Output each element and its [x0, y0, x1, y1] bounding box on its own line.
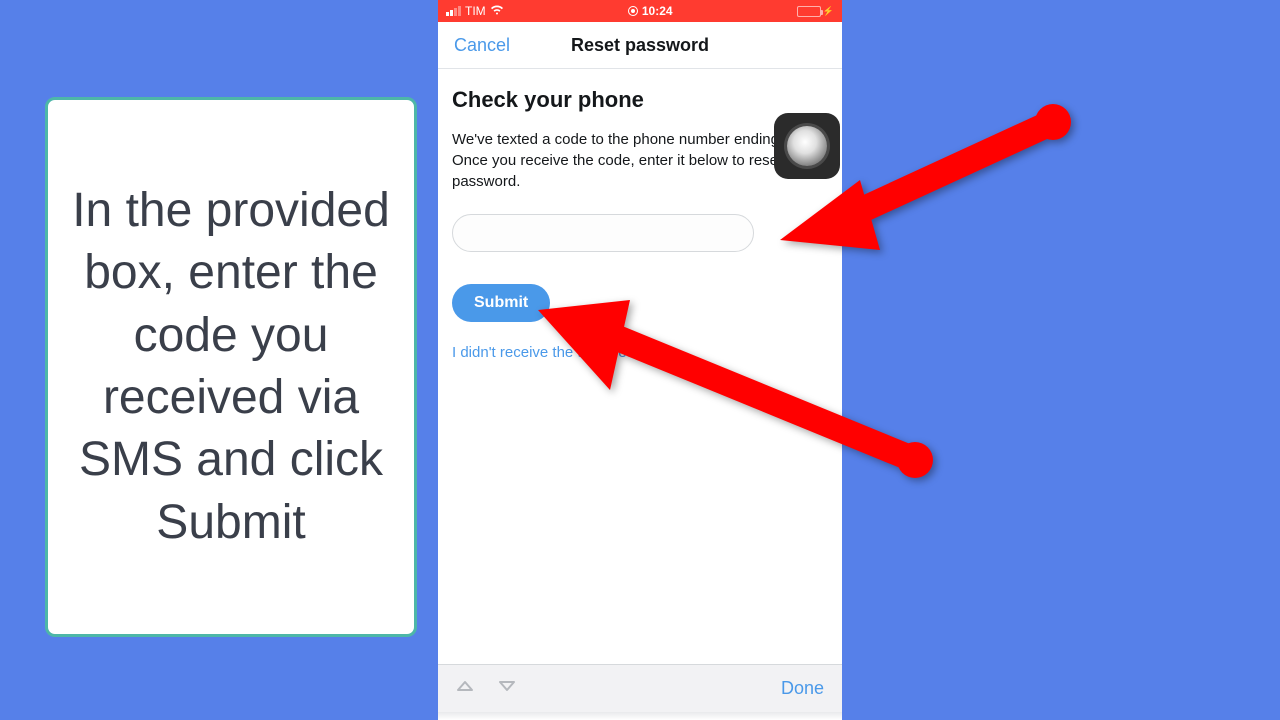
chevron-up-icon[interactable]	[456, 679, 474, 698]
clock-label: 10:24	[642, 4, 673, 18]
signal-icon	[446, 6, 461, 16]
keyboard-accessory-bar: Done	[438, 664, 842, 712]
nav-bar: Cancel Reset password	[438, 22, 842, 69]
instruction-panel: In the provided box, enter the code you …	[45, 97, 417, 637]
wifi-icon	[490, 5, 504, 18]
body-prefix: We've texted a code to the phone number …	[452, 131, 802, 148]
status-center: 10:24	[628, 4, 673, 18]
keyboard-shadow	[438, 712, 842, 720]
status-left: TIM	[446, 4, 504, 18]
carrier-label: TIM	[465, 4, 486, 18]
chevron-down-icon[interactable]	[498, 679, 516, 698]
submit-button[interactable]: Submit	[452, 284, 550, 322]
phone-frame: TIM 10:24 ⚡ Cancel Reset password Check …	[438, 0, 842, 720]
content-body: We've texted a code to the phone number …	[452, 129, 828, 192]
assistive-touch-icon	[787, 126, 827, 166]
assistive-touch-button[interactable]	[774, 113, 840, 179]
keyboard-done-button[interactable]: Done	[781, 678, 824, 699]
code-input[interactable]	[452, 214, 754, 252]
cancel-button[interactable]: Cancel	[454, 35, 510, 56]
charging-icon: ⚡	[823, 6, 834, 17]
keyboard-nav-arrows	[456, 679, 516, 698]
battery-icon	[797, 6, 821, 17]
content-heading: Check your phone	[452, 87, 828, 113]
instruction-text: In the provided box, enter the code you …	[68, 180, 394, 554]
battery-indicator: ⚡	[797, 6, 834, 17]
no-text-link[interactable]: I didn't receive the text message	[452, 344, 828, 361]
recording-icon	[628, 6, 638, 16]
status-bar: TIM 10:24 ⚡	[438, 0, 842, 22]
